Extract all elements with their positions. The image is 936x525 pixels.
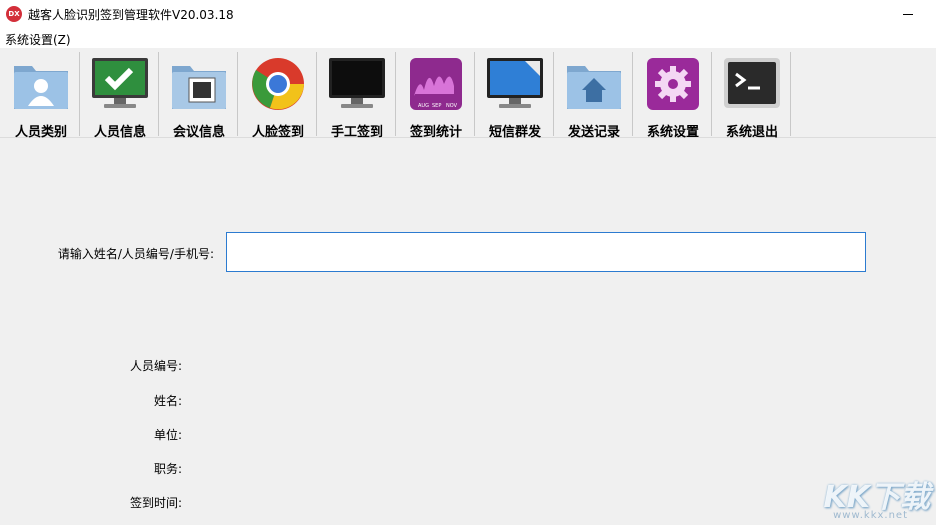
toolbar-system-exit-button[interactable]: 系统退出: [713, 52, 791, 140]
chrome-ball-icon: [252, 58, 304, 110]
position-label: 职务:: [153, 462, 182, 476]
toolbar-label: 会议信息: [172, 125, 225, 140]
toolbar-sms-broadcast-button[interactable]: 短信群发: [476, 52, 554, 140]
toolbar-label: 短信群发: [488, 125, 541, 140]
check-monitor-icon: [92, 58, 148, 108]
toolbar-label: 人脸签到: [251, 125, 304, 140]
toolbar-send-records-button[interactable]: 发送记录: [555, 52, 633, 140]
unit-label: 单位:: [153, 428, 182, 442]
search-input[interactable]: [226, 232, 866, 272]
menu-system-settings[interactable]: 系统设置(Z): [5, 31, 71, 48]
toolbar-meeting-info-button[interactable]: 会议信息: [160, 52, 238, 140]
toolbar-label: 人员信息: [93, 125, 146, 140]
watermark-url: www.kkx.net: [833, 510, 908, 521]
gear-tile-icon: [647, 58, 699, 110]
toolbar-label: 人员类别: [14, 125, 67, 140]
toolbar-checkin-stats-button[interactable]: AUG SEP NOV 签到统计: [397, 52, 475, 140]
search-label: 请输入姓名/人员编号/手机号:: [57, 247, 214, 261]
toolbar-person-info-button[interactable]: 人员信息: [81, 52, 159, 140]
chart-tick-label: AUG: [418, 103, 429, 109]
app-logo-icon: DX: [6, 6, 22, 22]
minimize-button[interactable]: [893, 4, 923, 24]
watermark: KK下载 www.kkx.net: [818, 472, 936, 525]
person-folder-icon: [14, 66, 68, 109]
terminal-icon: [724, 58, 780, 108]
toolbar-system-settings-button[interactable]: 系统设置: [634, 52, 712, 140]
toolbar-label: 手工签到: [330, 125, 383, 140]
toolbar-face-checkin-button[interactable]: 人脸签到: [239, 52, 317, 140]
home-folder-icon: [567, 66, 621, 109]
chart-tile-icon: AUG SEP NOV: [410, 58, 462, 110]
name-label: 姓名:: [153, 394, 182, 408]
chart-tick-label: NOV: [446, 103, 458, 109]
blue-monitor-icon: [487, 58, 543, 108]
toolbar-label: 系统设置: [646, 125, 699, 140]
photo-folder-icon: [172, 66, 226, 109]
chart-tick-label: SEP: [432, 103, 441, 109]
employee-id-label: 人员编号:: [129, 359, 182, 373]
toolbar-label: 发送记录: [567, 125, 620, 140]
title-bar: DX 越客人脸识别签到管理软件V20.03.18: [0, 0, 936, 28]
menu-bar: 系统设置(Z): [0, 28, 936, 48]
toolbar-manual-checkin-button[interactable]: 手工签到: [318, 52, 396, 140]
checkin-time-label: 签到时间:: [129, 496, 182, 510]
toolbar: 人员类别 人员信息 会议信息 人脸签到 手工签到 AUG SEP NOV 签到统…: [0, 48, 936, 140]
toolbar-label: 签到统计: [409, 125, 462, 140]
window-title: 越客人脸识别签到管理软件V20.03.18: [28, 8, 234, 22]
black-monitor-icon: [329, 58, 385, 108]
toolbar-person-category-button[interactable]: 人员类别: [2, 52, 80, 140]
toolbar-label: 系统退出: [725, 125, 778, 140]
